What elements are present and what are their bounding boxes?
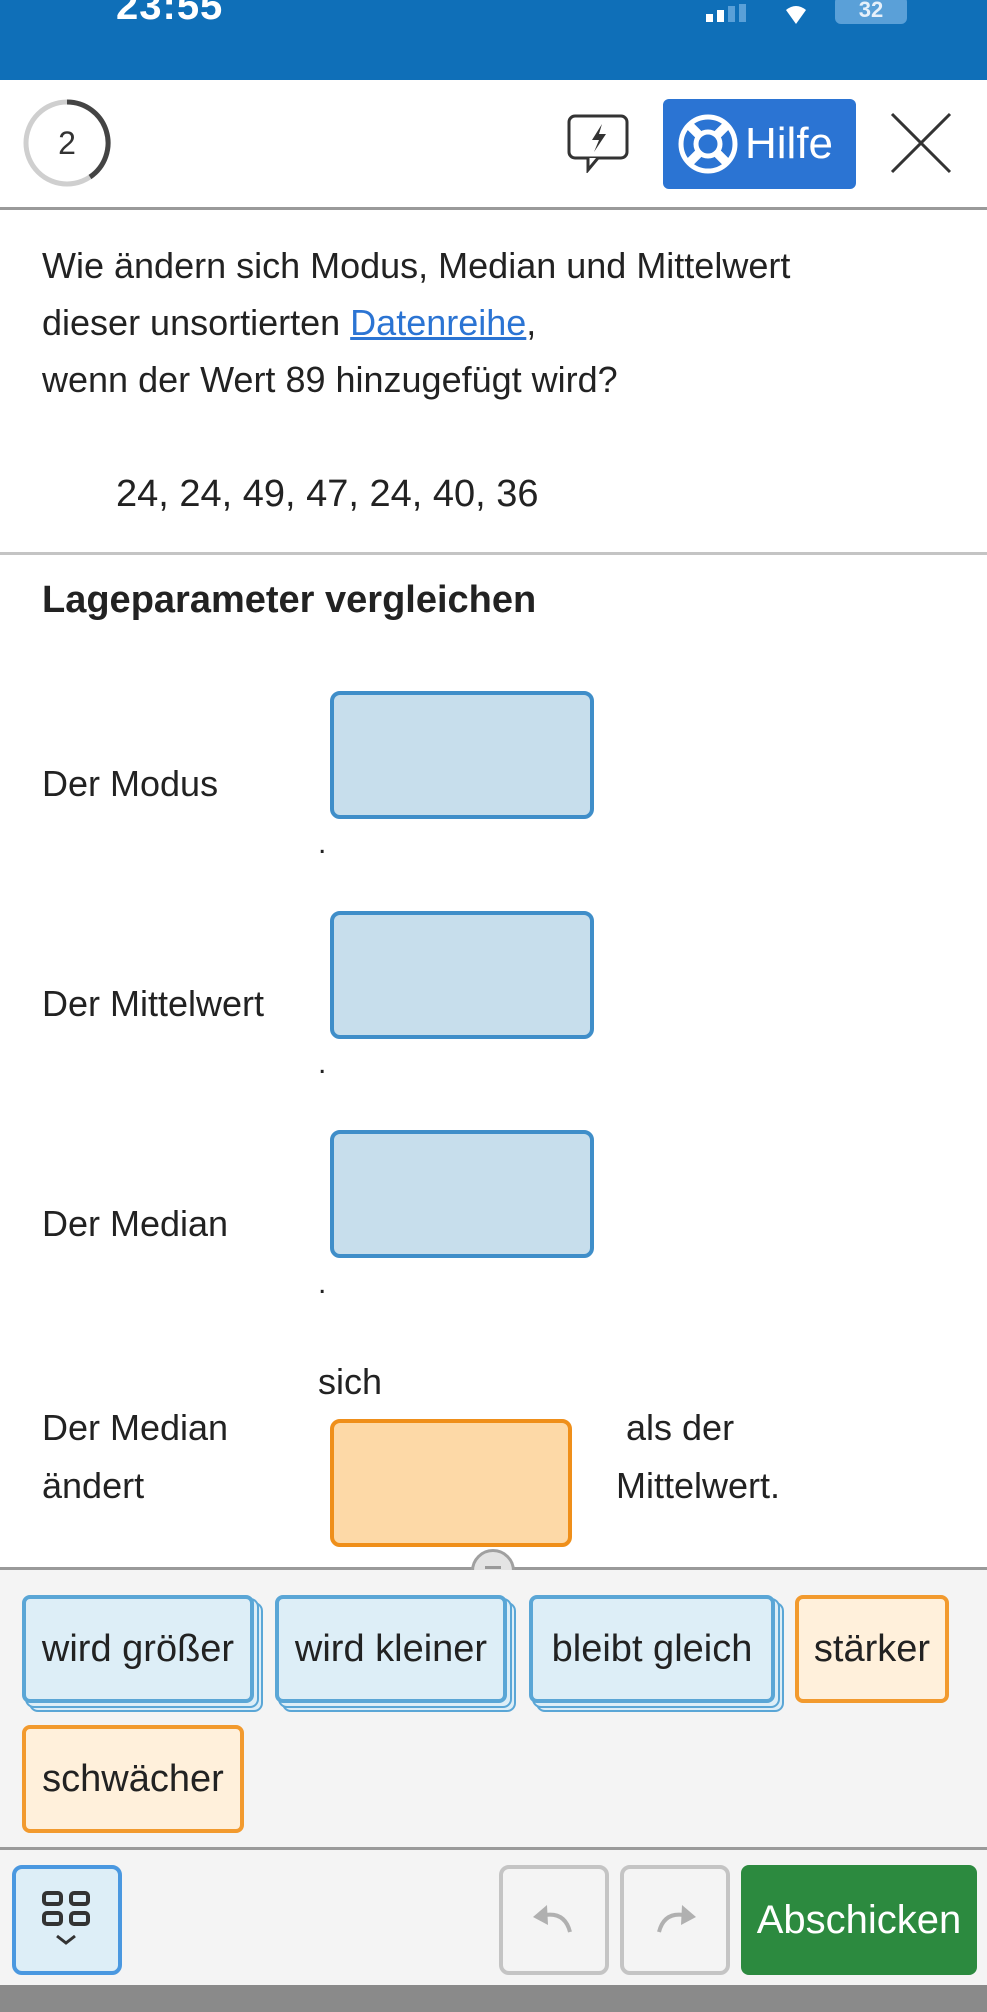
answer-chip-schwaecher[interactable]: schwächer [22,1725,244,1833]
help-button[interactable]: Hilfe [663,99,856,189]
lifebuoy-icon [678,114,738,174]
wifi-icon [786,6,806,24]
undo-icon [533,1905,572,1933]
answer-chip-wird-groesser[interactable]: wird größer [22,1595,254,1703]
question-line-2: dieser unsortierten Datenreihe, [42,302,536,344]
mittelwert-dropzone[interactable] [330,911,594,1039]
sentence-part-3: als der [626,1407,735,1448]
grid-chevron-icon [42,1891,90,1945]
question-panel: Wie ändern sich Modus, Median und Mittel… [0,213,987,555]
modus-period: . [318,827,327,860]
question-line-2-suffix: , [526,302,537,343]
undo-button[interactable] [499,1865,609,1975]
task-area: Lageparameter vergleichen Der Modus . De… [0,557,987,1567]
layout-toggle-button[interactable] [12,1865,122,1975]
median-period: . [318,1267,327,1300]
question-line-1: Wie ändern sich Modus, Median und Mittel… [42,245,791,286]
system-navigation-strip [0,1985,987,2012]
progress-indicator: 2 [22,98,112,188]
sentence-part-2: ändert [42,1465,145,1506]
status-time: 23:55 [116,0,224,28]
sentence-part-1: Der Median [42,1407,229,1448]
redo-icon [657,1905,696,1933]
bottom-bar: Abschicken [0,1850,987,1985]
answer-chip-bleibt-gleich[interactable]: bleibt gleich [529,1595,775,1703]
question-line-3: wenn der Wert 89 hinzugefügt wird? [42,359,618,400]
modus-label: Der Modus [42,763,219,804]
data-series: 24, 24, 49, 47, 24, 40, 36 [116,473,539,515]
top-bar: 2 Hilfe [0,80,987,210]
datenreihe-link[interactable]: Datenreihe [350,302,526,343]
modus-dropzone[interactable] [330,691,594,819]
status-bar: 23:55 32 [0,0,987,80]
median-dropzone[interactable] [330,1130,594,1258]
mittelwert-label: Der Mittelwert [42,983,265,1024]
question-line-2-prefix: dieser unsortierten [42,302,351,343]
answer-bank: wird größer wird kleiner bleibt gleich s… [0,1570,987,1850]
answer-chip-wird-kleiner[interactable]: wird kleiner [275,1595,507,1703]
mittelwert-period: . [318,1047,327,1080]
progress-number: 2 [58,125,76,161]
close-icon[interactable] [888,110,954,176]
sentence-sich: sich [318,1361,383,1402]
hint-lightning-icon[interactable] [566,113,630,173]
submit-button[interactable]: Abschicken [741,1865,977,1975]
sentence-part-4: Mittelwert. [616,1465,781,1506]
help-label: Hilfe [745,119,834,168]
task-heading: Lageparameter vergleichen [42,579,537,621]
answer-chip-staerker[interactable]: stärker [795,1595,949,1703]
comparison-dropzone[interactable] [330,1419,572,1547]
battery-icon: 32 [835,0,907,24]
redo-button[interactable] [620,1865,730,1975]
signal-icon [706,4,746,22]
median-label: Der Median [42,1203,229,1244]
